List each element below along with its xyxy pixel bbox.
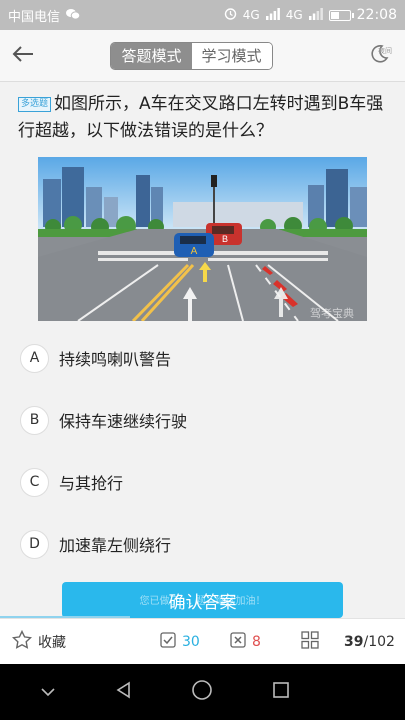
alarm-icon (224, 7, 237, 23)
nav-recent-icon[interactable] (271, 680, 291, 704)
wrong-count-button[interactable]: 8 (230, 631, 261, 652)
correct-count: 30 (182, 633, 200, 650)
option-d-text: 加速靠左侧绕行 (59, 536, 172, 555)
image-watermark: 驾考宝典 (310, 306, 354, 320)
night-mode-button[interactable]: 夜间 (353, 30, 405, 82)
question-list-button[interactable] (301, 630, 319, 653)
app-header: 答题模式 学习模式 夜间 (0, 30, 405, 82)
night-mode-label: 夜间 (378, 46, 392, 55)
clock: 22:08 (356, 7, 397, 23)
wrong-count: 8 (252, 633, 261, 650)
option-d[interactable]: D 加速靠左侧绕行 (20, 529, 171, 559)
nav-back-icon[interactable] (114, 680, 134, 704)
back-button[interactable] (0, 30, 46, 82)
option-a[interactable]: A 持续鸣喇叭警告 (20, 343, 171, 373)
tab-study-mode[interactable]: 学习模式 (191, 42, 272, 69)
correct-count-button[interactable]: 30 (160, 631, 200, 652)
confirm-answer-label: 确认答案 (168, 592, 237, 613)
svg-text:B: B (222, 234, 228, 244)
question-image[interactable]: B A 驾考宝典 (38, 157, 367, 323)
status-bar: 中国电信 4G 4G 22:08 (0, 0, 405, 30)
signal-icon (265, 7, 280, 23)
option-b-key: B (20, 405, 49, 435)
question-text: 如图所示，A车在交叉路口左转时遇到B车强行超越，以下做法错误的是什么？ (18, 94, 384, 141)
grid-icon (301, 630, 319, 653)
question-type-badge: 多选题 (18, 97, 52, 112)
option-b-text: 保持车速继续行驶 (59, 412, 188, 431)
svg-text:A: A (191, 246, 198, 257)
check-icon (160, 631, 176, 652)
battery-icon (328, 9, 354, 21)
tab-answer-mode[interactable]: 答题模式 (111, 42, 192, 69)
favorite-button[interactable]: 收藏 (11, 629, 66, 653)
cross-icon (230, 631, 246, 652)
option-d-key: D (20, 529, 49, 559)
wechat-icon (66, 8, 81, 23)
nav-home-icon[interactable] (191, 679, 213, 705)
option-a-key: A (20, 343, 49, 373)
carrier-label: 中国电信 (8, 9, 61, 25)
current-question-number: 39 (344, 633, 364, 650)
signal2-icon (308, 7, 323, 23)
network2-label: 4G (285, 8, 303, 22)
option-c-text: 与其抢行 (59, 474, 124, 493)
network-label: 4G (242, 8, 260, 22)
question-text-block: 多选题 如图所示，A车在交叉路口左转时遇到B车强行超越，以下做法错误的是什么？ (18, 91, 388, 145)
total-questions: /102 (363, 633, 395, 650)
confirm-answer-button[interactable]: 您已做了 ... 题，继续加油！ 确认答案 (62, 582, 343, 618)
back-arrow-icon (11, 45, 35, 67)
car-a-icon: A (174, 233, 214, 257)
question-counter: 39/102 (344, 634, 395, 650)
star-icon (11, 629, 33, 653)
option-a-text: 持续鸣喇叭警告 (59, 350, 172, 369)
option-c-key: C (20, 467, 49, 497)
option-c[interactable]: C 与其抢行 (20, 467, 123, 497)
chevron-down-icon[interactable] (39, 683, 57, 702)
favorite-label: 收藏 (38, 634, 66, 651)
bottom-toolbar: 收藏 30 8 39/102 (0, 618, 405, 664)
option-b[interactable]: B 保持车速继续行驶 (20, 405, 187, 435)
mode-switch: 答题模式 学习模式 (110, 41, 273, 70)
system-nav-bar (0, 664, 405, 720)
